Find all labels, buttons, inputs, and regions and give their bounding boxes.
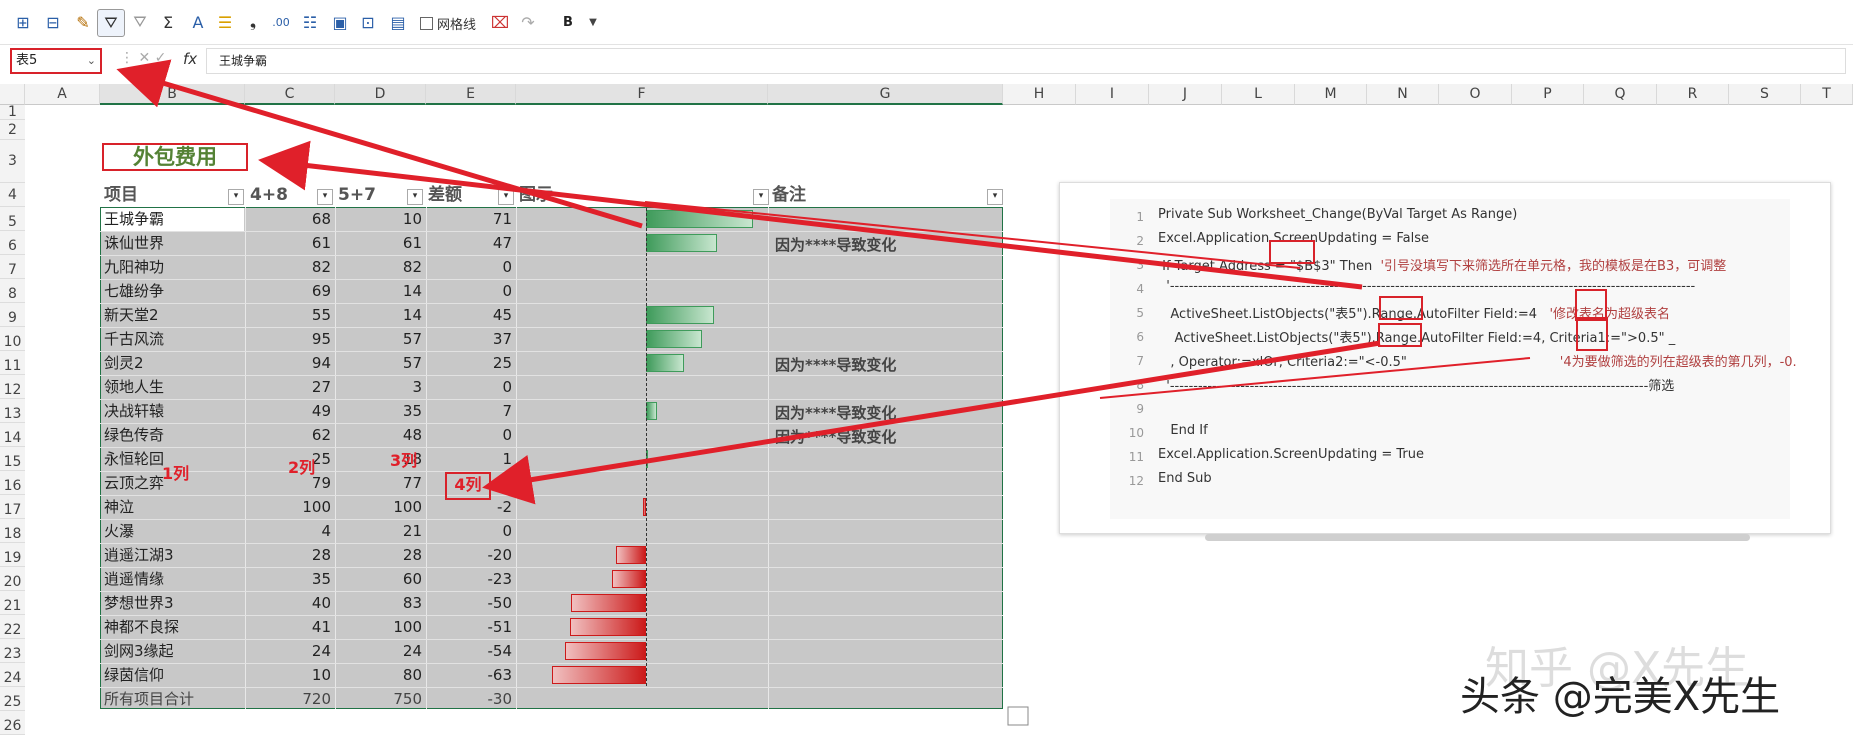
annotation-arrows [116,59,1531,726]
quick-analysis-icon [1007,706,1029,726]
